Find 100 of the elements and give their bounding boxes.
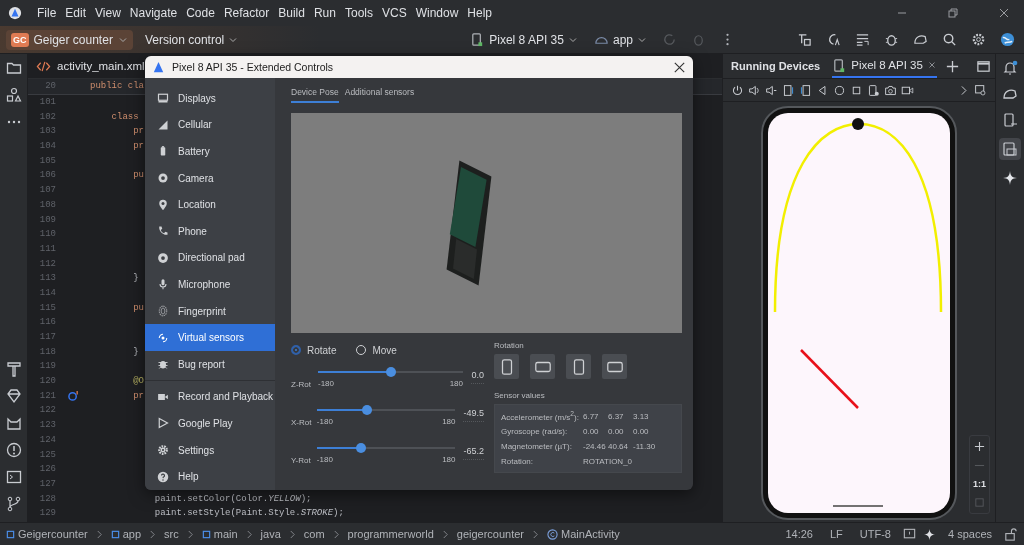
chevron-right-icon — [186, 529, 194, 539]
device-search-icon[interactable] — [974, 83, 987, 97]
file-encoding[interactable]: UTF-8 — [859, 528, 891, 540]
zoom-actual-size-button[interactable]: 1:1 — [973, 479, 986, 489]
breadcrumb-item[interactable]: java — [260, 528, 281, 540]
nav-item[interactable]: Cellular — [145, 111, 275, 139]
back-icon[interactable] — [816, 83, 829, 97]
radio-button[interactable]: Rotate — [291, 344, 337, 356]
device-manager-icon[interactable] — [1002, 112, 1018, 128]
unlocked-padlock-icon[interactable] — [1003, 526, 1018, 542]
run-configuration-selector[interactable]: app — [589, 30, 651, 49]
chevron-right-icon — [245, 529, 253, 539]
shapes-icon[interactable] — [5, 87, 22, 103]
rotation-button[interactable] — [494, 354, 519, 379]
power-icon[interactable] — [731, 83, 744, 97]
version-control-menu[interactable]: Version control — [140, 30, 243, 49]
line-ending[interactable]: LF — [829, 528, 843, 540]
menu-item[interactable]: Run — [313, 6, 336, 20]
rotation-button[interactable] — [566, 354, 591, 379]
slider-thumb[interactable] — [356, 442, 367, 453]
nav-item[interactable]: Phone — [145, 217, 275, 245]
project-selector[interactable]: GC Geiger counter — [6, 29, 133, 50]
menu-item[interactable]: File — [37, 6, 57, 20]
rotation-button[interactable] — [530, 354, 555, 379]
zoom-in-icon[interactable] — [974, 441, 985, 452]
folder-icon[interactable] — [5, 60, 22, 76]
code-line: pr — [132, 141, 144, 152]
menu-item[interactable]: Window — [415, 6, 459, 20]
menu-item[interactable]: Edit — [65, 6, 87, 20]
rotate-left-icon[interactable] — [782, 83, 795, 97]
nav-item[interactable]: Record and Playback — [145, 383, 275, 411]
device-selector[interactable]: Pixel 8 API 35 — [466, 30, 582, 49]
camera-icon[interactable] — [884, 83, 897, 97]
device-settings-icon[interactable] — [867, 83, 880, 97]
settings-icon[interactable] — [971, 32, 986, 47]
home-icon[interactable] — [833, 83, 846, 97]
gem-icon[interactable] — [5, 388, 22, 404]
nav-item[interactable]: Virtual sensors — [145, 324, 275, 351]
menu-item[interactable]: View — [95, 6, 121, 20]
tab[interactable]: Device Pose — [291, 87, 339, 103]
menu-item[interactable]: Refactor — [223, 6, 270, 20]
slider-max-label: 180 — [442, 454, 456, 464]
rotate-right-icon[interactable] — [799, 83, 812, 97]
terminal-icon[interactable] — [5, 469, 22, 485]
search-icon[interactable] — [942, 32, 957, 47]
nav-item[interactable]: Microphone — [145, 271, 275, 298]
menu-item[interactable]: VCS — [381, 6, 407, 20]
nav-item[interactable]: Camera — [145, 164, 275, 192]
nav-item[interactable]: Displays — [145, 85, 275, 112]
window-icon[interactable] — [975, 58, 991, 74]
volume-up-icon[interactable] — [748, 83, 761, 97]
notifications-icon[interactable] — [1002, 60, 1018, 76]
slider-thumb[interactable] — [385, 366, 396, 377]
breadcrumb-item[interactable]: src — [164, 528, 179, 540]
translate-icon[interactable] — [826, 32, 841, 47]
tab[interactable]: Additional sensors — [344, 87, 415, 101]
breadcrumb-item[interactable]: com — [303, 528, 325, 540]
breadcrumb-item[interactable]: MainActivity — [547, 528, 620, 540]
line-number: 101 — [38, 97, 56, 108]
git-branch-icon[interactable] — [5, 496, 22, 512]
nav-item[interactable]: Fingerprint — [145, 297, 275, 325]
nav-item[interactable]: Battery — [145, 138, 275, 165]
warning-icon[interactable] — [5, 442, 22, 458]
chevron-right-icon — [149, 529, 157, 539]
device-pose-viewport[interactable] — [291, 113, 682, 333]
menu-item[interactable]: Help — [467, 6, 493, 20]
rotation-button[interactable] — [602, 354, 627, 379]
breadcrumb-item[interactable]: Geigercounter — [6, 528, 88, 540]
breadcrumb-item[interactable]: geigercounter — [456, 528, 525, 540]
logcat-icon[interactable] — [855, 32, 870, 47]
add-icon[interactable] — [944, 58, 960, 74]
restore-icon[interactable] — [947, 7, 959, 19]
menu-item[interactable]: Navigate — [129, 6, 178, 20]
running-devices-button[interactable] — [999, 138, 1021, 160]
breadcrumb-item[interactable]: programmerworld — [347, 528, 434, 540]
radio-button[interactable]: Move — [356, 344, 397, 356]
nav-item[interactable]: Location — [145, 191, 275, 218]
nav-item[interactable]: Bug report — [145, 350, 275, 378]
nav-item[interactable]: Directional pad — [145, 244, 275, 272]
indent-setting[interactable]: 4 spaces — [947, 528, 992, 540]
slider-thumb[interactable] — [362, 404, 373, 415]
layout-inspector-icon[interactable] — [797, 32, 812, 47]
menu-item[interactable]: Build — [278, 6, 305, 20]
breadcrumb-item[interactable]: main — [201, 528, 238, 540]
file-tab[interactable]: activity_main.xml — [28, 58, 153, 74]
nav-item[interactable]: Help — [145, 463, 275, 490]
hammer-icon[interactable] — [5, 361, 22, 377]
breadcrumb-item[interactable]: app — [110, 528, 142, 540]
override-marker-icon[interactable] — [67, 390, 79, 402]
volume-down-icon[interactable] — [765, 83, 778, 97]
caret-position[interactable]: 14:26 — [785, 528, 813, 540]
menu-item[interactable]: Tools — [344, 6, 373, 20]
close-icon[interactable] — [926, 60, 937, 70]
nav-item[interactable]: Settings — [145, 436, 275, 464]
nav-item[interactable]: Google Play — [145, 410, 275, 437]
menu-item[interactable]: Code — [186, 6, 215, 20]
globe-avatar-icon[interactable] — [1000, 32, 1015, 47]
close-icon[interactable] — [998, 7, 1010, 19]
sparkle-icon[interactable] — [921, 526, 937, 542]
device-tab[interactable]: Pixel 8 API 35 — [832, 54, 937, 78]
